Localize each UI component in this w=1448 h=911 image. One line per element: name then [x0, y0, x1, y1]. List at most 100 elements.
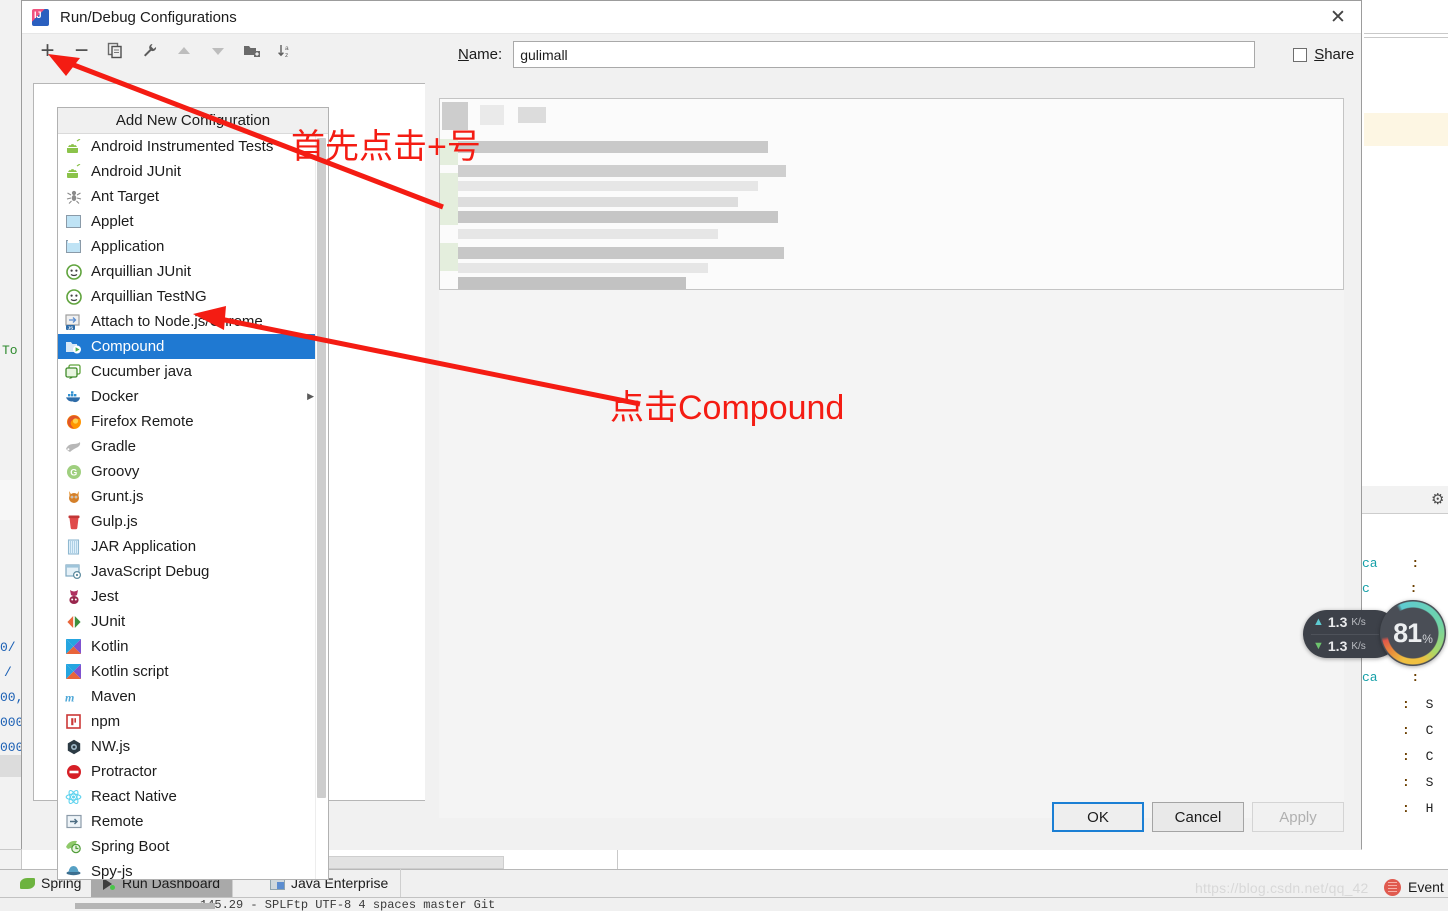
configuration-type-label: React Native — [91, 788, 177, 805]
arrow-up-icon: ▲ — [1313, 616, 1324, 628]
gutter-highlight — [0, 480, 22, 520]
cancel-button[interactable]: Cancel — [1152, 802, 1244, 832]
configuration-type-item[interactable]: Spring Boot — [58, 834, 328, 859]
svg-text:JS: JS — [68, 325, 74, 330]
junit-icon — [65, 613, 82, 630]
run-debug-configurations-dialog: Run/Debug Configurations ✕ + − — [21, 0, 1362, 880]
configuration-type-item[interactable]: Gradle — [58, 434, 328, 459]
add-configuration-button[interactable]: + — [33, 38, 62, 64]
configuration-type-item[interactable]: Ant Target — [58, 184, 328, 209]
cell-value: c — [1362, 581, 1370, 596]
configuration-type-item[interactable]: Protractor — [58, 759, 328, 784]
new-folder-icon[interactable] — [237, 38, 266, 64]
popup-scrollbar[interactable] — [315, 134, 328, 879]
cell-value: S — [1425, 697, 1434, 712]
configuration-type-item[interactable]: Firefox Remote — [58, 409, 328, 434]
kotlin-icon — [65, 663, 82, 680]
configuration-type-item[interactable]: JUnit — [58, 609, 328, 634]
configuration-type-label: Kotlin script — [91, 663, 169, 680]
status-scroll-indicator — [75, 903, 215, 909]
groovy-icon: G — [65, 463, 82, 480]
move-down-button[interactable] — [203, 38, 232, 64]
wrench-icon[interactable] — [135, 38, 164, 64]
popup-scrollbar-thumb[interactable] — [317, 138, 326, 798]
gutter-snippet: To — [2, 343, 18, 358]
configuration-type-label: Grunt.js — [91, 488, 144, 505]
screen-root: To 0/ / 00, 000 000 ⚙ ca : c : ca : : S — [0, 0, 1448, 911]
configuration-type-item[interactable]: Kotlin script — [58, 659, 328, 684]
dialog-title: Run/Debug Configurations — [60, 8, 237, 26]
ok-button[interactable]: OK — [1052, 802, 1144, 832]
configuration-type-label: Application — [91, 238, 165, 255]
configuration-type-item[interactable]: Application — [58, 234, 328, 259]
event-log-icon[interactable] — [1384, 879, 1401, 896]
configuration-type-item[interactable]: Grunt.js — [58, 484, 328, 509]
move-up-button[interactable] — [169, 38, 198, 64]
sort-alphabetically-icon[interactable]: a z — [271, 38, 300, 64]
gutter-snippet: 000 — [0, 715, 24, 730]
configuration-type-item[interactable]: Gulp.js — [58, 509, 328, 534]
kotlin-icon — [65, 638, 82, 655]
configuration-type-label: Jest — [91, 588, 119, 605]
cell-value: S — [1425, 775, 1434, 790]
configuration-type-label: Attach to Node.js/Chrome — [91, 313, 263, 330]
configuration-type-item[interactable]: Remote — [58, 809, 328, 834]
configuration-type-list[interactable]: Android Instrumented Tests Android JUnit A… — [58, 134, 328, 879]
cpu-usage-gauge[interactable]: 81 % — [1380, 600, 1446, 666]
configuration-type-item[interactable]: Arquillian TestNG — [58, 284, 328, 309]
configuration-type-label: Groovy — [91, 463, 140, 480]
configuration-type-item[interactable]: Compound — [58, 334, 328, 359]
configuration-type-label: Maven — [91, 688, 137, 705]
configuration-details-panel — [439, 98, 1344, 290]
configuration-type-item[interactable]: NW.js — [58, 734, 328, 759]
cell-value: C — [1425, 749, 1434, 764]
configuration-type-item[interactable]: JS Attach to Node.js/Chrome — [58, 309, 328, 334]
arrow-down-icon: ▼ — [1313, 640, 1324, 652]
status-bar: 145.29 - SPLFtp UTF-8 4 spaces master Gi… — [0, 897, 1448, 911]
configuration-type-item[interactable]: Arquillian JUnit — [58, 259, 328, 284]
applet-icon — [65, 213, 82, 230]
configuration-type-item[interactable]: Docker ▶ — [58, 384, 328, 409]
protractor-icon — [65, 763, 82, 780]
configuration-type-item[interactable]: Jest — [58, 584, 328, 609]
configuration-type-label: Applet — [91, 213, 134, 230]
configuration-type-label: Compound — [91, 338, 165, 355]
configuration-type-label: Firefox Remote — [91, 413, 194, 430]
remove-configuration-button[interactable]: − — [67, 38, 96, 64]
table-row: : S — [1362, 775, 1448, 800]
configuration-type-item[interactable]: Spy-js — [58, 859, 328, 879]
share-label-mnemonic: S — [1314, 46, 1325, 63]
share-checkbox-group[interactable]: Share — [1293, 46, 1354, 63]
editor-highlight-band — [1364, 113, 1448, 146]
cell-separator: : — [1402, 749, 1410, 764]
configuration-type-item[interactable]: m Maven — [58, 684, 328, 709]
configuration-type-item[interactable]: Android Instrumented Tests — [58, 134, 328, 159]
copy-configuration-icon[interactable] — [101, 38, 130, 64]
configuration-type-item[interactable]: Applet — [58, 209, 328, 234]
configuration-type-item[interactable]: JAR Application — [58, 534, 328, 559]
gear-icon[interactable]: ⚙ — [1431, 492, 1444, 507]
share-checkbox[interactable] — [1293, 47, 1308, 62]
configuration-type-item[interactable]: Kotlin — [58, 634, 328, 659]
configuration-type-label: Spring Boot — [91, 838, 170, 855]
configuration-type-item[interactable]: G Groovy — [58, 459, 328, 484]
configuration-type-item[interactable]: npm — [58, 709, 328, 734]
apply-button[interactable]: Apply — [1252, 802, 1344, 832]
table-row: ca : — [1362, 556, 1448, 581]
configuration-type-item[interactable]: JavaScript Debug — [58, 559, 328, 584]
grunt-icon — [65, 488, 82, 505]
add-new-configuration-popup: Add New Configuration Android Instrument… — [57, 107, 329, 880]
configuration-type-item[interactable]: Cucumber java — [58, 359, 328, 384]
configuration-name-input[interactable] — [513, 41, 1256, 68]
spring-leaf-icon — [20, 877, 35, 889]
table-row: : C — [1362, 723, 1448, 748]
configuration-type-label: Ant Target — [91, 188, 160, 205]
configuration-type-item[interactable]: Android JUnit — [58, 159, 328, 184]
configuration-type-item[interactable]: React Native — [58, 784, 328, 809]
event-log-label[interactable]: Event — [1408, 879, 1444, 895]
close-icon[interactable]: ✕ — [1315, 1, 1361, 33]
svg-text:m: m — [65, 690, 74, 704]
configuration-type-label: Gulp.js — [91, 513, 138, 530]
gutter-snippet: 0/ — [0, 640, 16, 655]
cell-value: ca — [1362, 670, 1378, 685]
